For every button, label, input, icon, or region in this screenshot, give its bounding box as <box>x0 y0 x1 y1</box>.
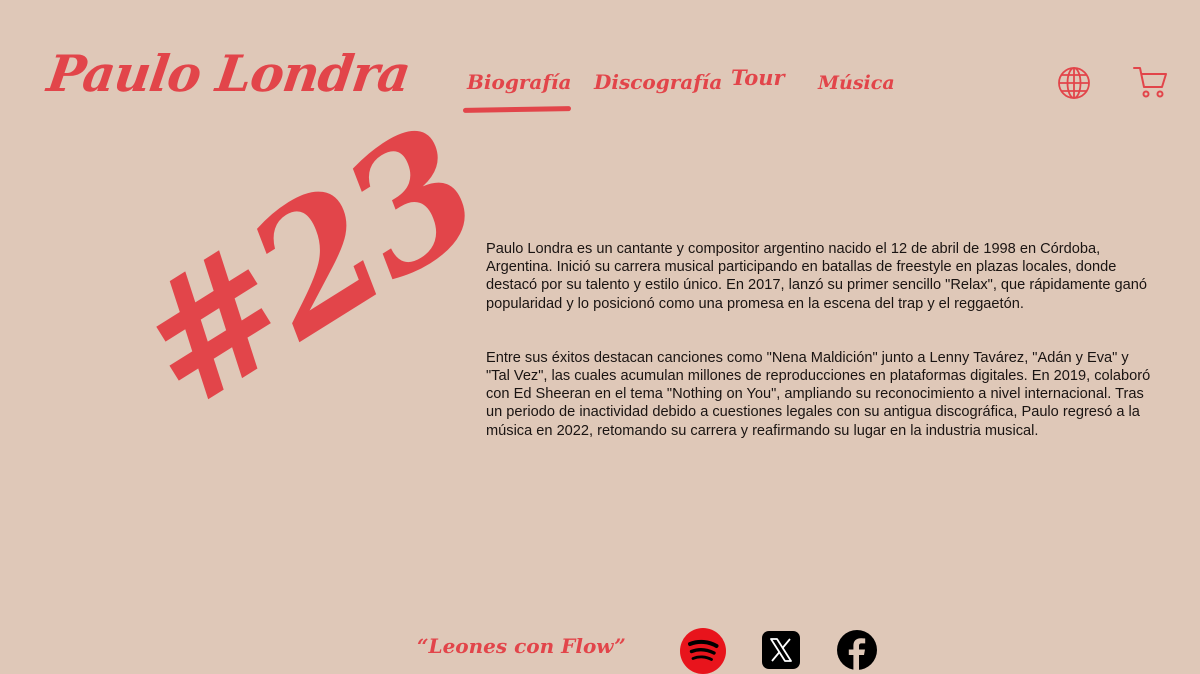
x-icon[interactable] <box>762 631 800 669</box>
biography-paragraph: Entre sus éxitos destacan canciones como… <box>486 349 1151 439</box>
hero-number: #23 <box>102 90 510 448</box>
biography-text: Paulo Londra es un cantante y compositor… <box>486 240 1151 476</box>
page: Paulo Londra Biografía Discografía Tour … <box>0 0 1200 674</box>
footer-slogan: “Leones con Flow” <box>417 634 626 658</box>
nav-biografia[interactable]: Biografía <box>467 70 571 94</box>
globe-icon[interactable] <box>1057 66 1091 100</box>
facebook-icon[interactable] <box>837 630 877 670</box>
spotify-icon[interactable] <box>680 628 726 674</box>
nav-tour[interactable]: Tour <box>731 65 785 90</box>
cart-icon[interactable] <box>1132 65 1168 99</box>
biography-paragraph: Paulo Londra es un cantante y compositor… <box>486 241 1147 312</box>
main-nav: Biografía Discografía Tour Música <box>0 65 1200 126</box>
active-nav-underline <box>462 106 572 113</box>
nav-discografia[interactable]: Discografía <box>594 70 722 94</box>
nav-musica[interactable]: Música <box>818 72 895 94</box>
